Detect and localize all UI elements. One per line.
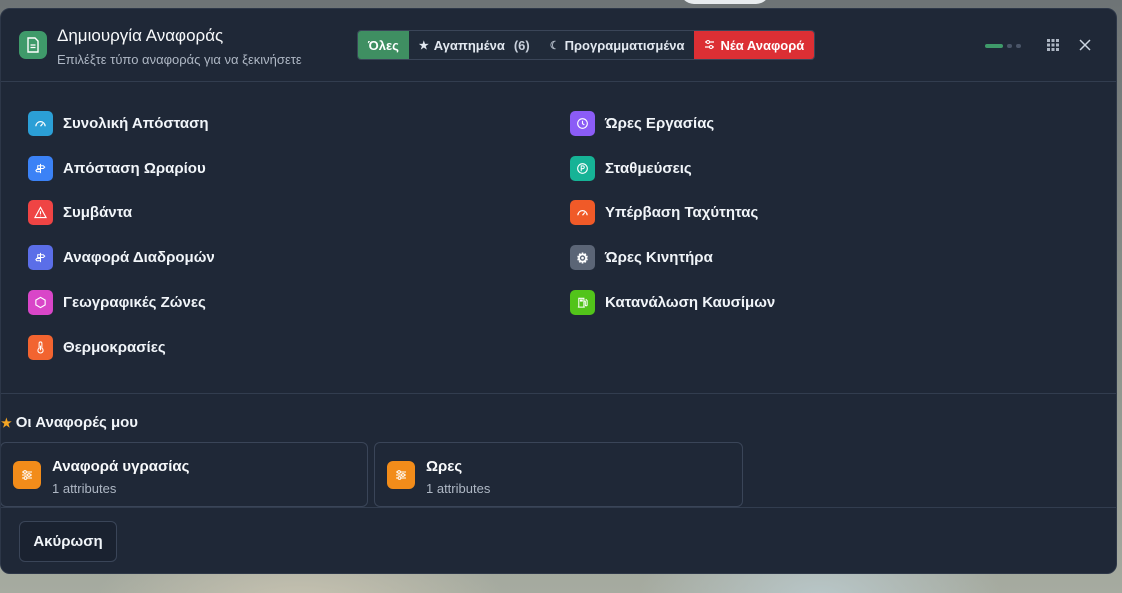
- my-report-card[interactable]: Ωρες 1 attributes: [374, 442, 743, 507]
- signpost-icon: [28, 156, 53, 181]
- report-types-list: Συνολική Απόσταση Απόσταση Ωραρίου Συμβά…: [1, 83, 1116, 393]
- report-label: Θερμοκρασίες: [63, 339, 166, 356]
- tab-scheduled[interactable]: ☾ Προγραμματισμένα: [540, 31, 695, 59]
- report-total-distance[interactable]: Συνολική Απόσταση: [28, 111, 209, 136]
- thermometer-icon: [28, 335, 53, 360]
- close-icon[interactable]: [1077, 37, 1093, 53]
- clock-icon: [570, 111, 595, 136]
- cancel-button[interactable]: Ακύρωση: [19, 521, 117, 562]
- star-icon: ★: [418, 39, 429, 52]
- report-label: Κατανάλωση Καυσίμων: [605, 294, 776, 311]
- tab-favorites[interactable]: ★ Αγαπημένα (6): [409, 31, 540, 59]
- report-label: Συμβάντα: [63, 204, 133, 221]
- modal-header: Δημιουργία Αναφοράς Επιλέξτε τύπο αναφορ…: [1, 9, 1116, 82]
- my-reports-title: ★ Οι Αναφορές μου: [1, 414, 138, 431]
- report-events[interactable]: Συμβάντα: [28, 200, 132, 225]
- report-working-hours[interactable]: Ώρες Εργασίας: [570, 111, 714, 136]
- tab-all[interactable]: Όλες: [358, 31, 409, 59]
- progress-step-active: [985, 44, 1003, 48]
- my-report-name: Ωρες: [426, 458, 463, 475]
- sliders-icon: [13, 461, 41, 489]
- report-label: Σταθμεύσεις: [605, 160, 692, 177]
- star-icon: ★: [1, 415, 12, 430]
- moon-icon: ☾: [549, 39, 560, 52]
- report-routes[interactable]: Αναφορά Διαδρομών: [28, 245, 215, 270]
- map-feature: [680, 0, 770, 4]
- sliders-icon: [387, 461, 415, 489]
- speedometer-icon: [28, 111, 53, 136]
- progress-step: [1007, 44, 1012, 48]
- create-report-modal: Δημιουργία Αναφοράς Επιλέξτε τύπο αναφορ…: [0, 8, 1117, 574]
- tab-scheduled-label: Προγραμματισμένα: [564, 37, 685, 53]
- footer-divider: [1, 507, 1116, 508]
- tab-favorites-label: Αγαπημένα: [433, 37, 505, 53]
- report-geozones[interactable]: Γεωγραφικές Ζώνες: [28, 290, 206, 315]
- report-engine-hours[interactable]: ⚙ Ώρες Κινητήρα: [570, 245, 713, 270]
- report-label: Ώρες Κινητήρα: [605, 249, 713, 266]
- hexagon-icon: [28, 290, 53, 315]
- fuel-icon: [570, 290, 595, 315]
- report-speeding[interactable]: Υπέρβαση Ταχύτητας: [570, 200, 758, 225]
- progress-step: [1016, 44, 1021, 48]
- report-label: Ώρες Εργασίας: [605, 115, 715, 132]
- report-label: Γεωγραφικές Ζώνες: [63, 294, 206, 311]
- report-parkings[interactable]: Σταθμεύσεις: [570, 156, 692, 181]
- speedometer-icon: [570, 200, 595, 225]
- signpost-icon: [28, 245, 53, 270]
- gear-icon: ⚙: [570, 245, 595, 270]
- page-subtitle: Επιλέξτε τύπο αναφοράς για να ξεκινήσετε: [57, 52, 302, 67]
- report-temperatures[interactable]: Θερμοκρασίες: [28, 335, 166, 360]
- report-label: Υπέρβαση Ταχύτητας: [605, 204, 759, 221]
- report-label: Αναφορά Διαδρομών: [63, 249, 215, 266]
- section-divider: [1, 393, 1116, 394]
- report-fuel-consumption[interactable]: Κατανάλωση Καυσίμων: [570, 290, 775, 315]
- report-label: Συνολική Απόσταση: [63, 115, 209, 132]
- sliders-icon: [704, 38, 715, 53]
- report-label: Απόσταση Ωραρίου: [63, 160, 206, 177]
- tab-all-label: Όλες: [368, 37, 399, 53]
- my-report-name: Αναφορά υγρασίας: [52, 458, 190, 475]
- my-report-attributes: 1 attributes: [426, 481, 491, 496]
- document-icon: [19, 31, 47, 59]
- report-schedule-distance[interactable]: Απόσταση Ωραρίου: [28, 156, 206, 181]
- my-report-attributes: 1 attributes: [52, 481, 117, 496]
- favorites-count: (6): [513, 37, 530, 53]
- grid-icon[interactable]: [1045, 37, 1061, 53]
- new-report-label: Νέα Αναφορά: [720, 37, 805, 53]
- warning-icon: [28, 200, 53, 225]
- page-title: Δημιουργία Αναφοράς: [57, 26, 224, 45]
- my-reports-title-text: Οι Αναφορές μου: [15, 414, 139, 431]
- my-report-card[interactable]: Αναφορά υγρασίας 1 attributes: [1, 442, 368, 507]
- step-progress: [985, 44, 1021, 48]
- parking-icon: [570, 156, 595, 181]
- filter-tabs: Όλες ★ Αγαπημένα (6) ☾ Προγραμματισμένα …: [357, 30, 816, 60]
- new-report-button[interactable]: Νέα Αναφορά: [694, 31, 815, 59]
